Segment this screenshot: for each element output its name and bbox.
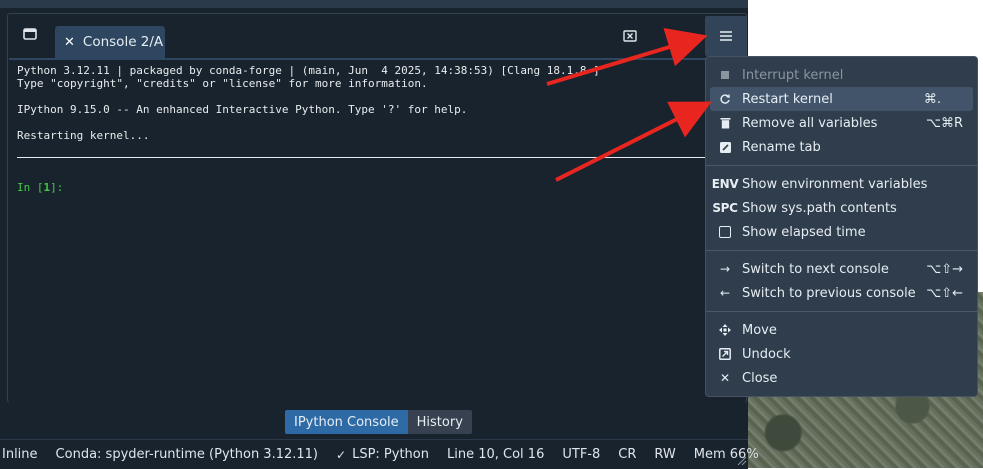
close-icon: ✕ <box>719 371 731 385</box>
menu-item-move[interactable]: Move <box>710 318 973 342</box>
move-icon <box>716 324 734 336</box>
sys-path-icon: SPC <box>712 201 738 215</box>
remove-all-variables-icon[interactable] <box>620 26 640 46</box>
options-menu-button[interactable] <box>705 16 747 56</box>
menu-separator <box>706 250 977 251</box>
spyder-window: ✕ Console 2/A Python 3.12.11 | packaged … <box>0 0 759 469</box>
restart-icon <box>716 93 734 105</box>
hamburger-icon <box>720 31 732 41</box>
pane-switcher: IPython Console History <box>285 410 472 434</box>
console-output[interactable]: Python 3.12.11 | packaged by conda-forge… <box>9 58 745 404</box>
tab-history[interactable]: History <box>407 410 472 434</box>
console-toolbar: ✕ Console 2/A <box>8 14 747 58</box>
status-eol: CR <box>618 447 637 462</box>
checkbox-icon[interactable] <box>716 226 734 238</box>
undock-icon <box>716 348 734 360</box>
menu-separator <box>706 311 977 312</box>
console-line: Restarting kernel... <box>17 129 150 142</box>
status-bar: Inline Conda: spyder-runtime (Python 3.1… <box>0 439 759 469</box>
console-options-menu: Interrupt kernel Restart kernel ⌘. Remov… <box>705 56 978 397</box>
menu-item-show-elapsed-time[interactable]: Show elapsed time <box>710 220 973 244</box>
trash-icon <box>716 117 734 129</box>
input-prompt: In [1]: <box>17 181 64 194</box>
check-icon: ✓ <box>336 447 347 462</box>
env-icon: ENV <box>711 177 739 191</box>
status-permissions: RW <box>654 447 676 462</box>
menu-item-previous-console[interactable]: ← Switch to previous console ⌥⇧← <box>710 281 973 305</box>
menu-item-remove-all-variables[interactable]: Remove all variables ⌥⌘R <box>710 111 973 135</box>
resize-grip-icon[interactable] <box>735 454 747 466</box>
ipython-console-pane: ✕ Console 2/A Python 3.12.11 | packaged … <box>7 13 747 404</box>
arrow-left-icon: ← <box>719 286 731 300</box>
menu-item-restart-kernel[interactable]: Restart kernel ⌘. <box>710 87 973 111</box>
stop-kernel-icon[interactable] <box>670 26 690 46</box>
status-conda-env[interactable]: Conda: spyder-runtime (Python 3.12.11) <box>56 447 318 462</box>
menu-item-show-env-vars[interactable]: ENV Show environment variables <box>710 172 973 196</box>
menu-item-undock[interactable]: Undock <box>710 342 973 366</box>
console-line: IPython 9.15.0 -- An enhanced Interactiv… <box>17 103 468 116</box>
status-memory: Mem 66% <box>693 447 759 462</box>
window-top-strip <box>0 0 748 8</box>
stop-icon <box>716 71 734 79</box>
tab-label: Console 2/A <box>82 34 164 50</box>
status-inline-backend[interactable]: Inline <box>2 447 38 462</box>
menu-item-show-sys-path[interactable]: SPC Show sys.path contents <box>710 196 973 220</box>
status-lsp[interactable]: ✓ LSP: Python <box>336 447 429 462</box>
menu-item-rename-tab[interactable]: Rename tab <box>710 135 973 159</box>
console-separator <box>17 157 741 158</box>
arrow-right-icon: → <box>719 262 731 276</box>
menu-separator <box>706 165 977 166</box>
edit-icon <box>716 141 734 153</box>
menu-item-interrupt-kernel[interactable]: Interrupt kernel <box>710 63 973 87</box>
menu-item-close[interactable]: ✕ Close <box>710 366 973 390</box>
status-encoding: UTF-8 <box>562 447 601 462</box>
close-tab-icon[interactable]: ✕ <box>64 35 75 50</box>
browse-tabs-icon[interactable] <box>20 24 40 44</box>
menu-item-next-console[interactable]: → Switch to next console ⌥⇧→ <box>710 257 973 281</box>
tab-ipython-console[interactable]: IPython Console <box>285 410 408 434</box>
status-cursor-position: Line 10, Col 16 <box>447 447 545 462</box>
console-line: Type "copyright", "credits" or "license"… <box>17 77 428 90</box>
console-line: Python 3.12.11 | packaged by conda-forge… <box>17 64 600 77</box>
tab-console-2a[interactable]: ✕ Console 2/A <box>55 26 165 58</box>
